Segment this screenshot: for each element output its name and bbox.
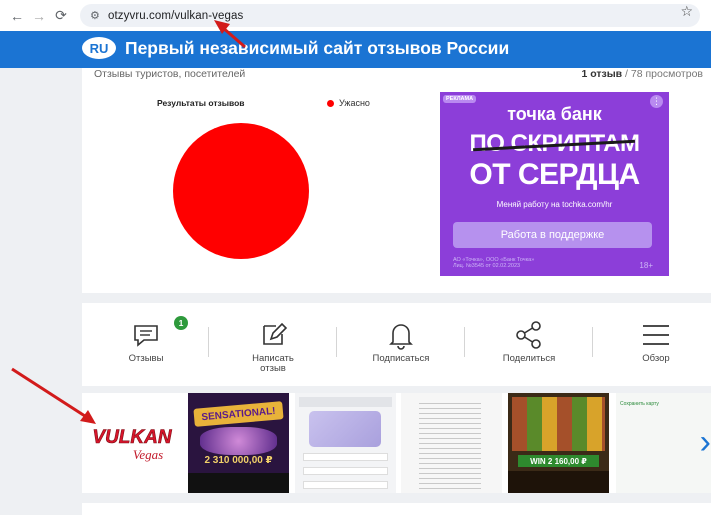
form-field	[303, 467, 388, 475]
ad-label: РЕКЛАМА	[443, 95, 477, 103]
action-label: Подписаться	[372, 353, 430, 364]
action-subscribe[interactable]: Подписаться	[351, 303, 451, 386]
ad-banner[interactable]: РЕКЛАМА ⋮ точка банк ПО СКРИПТАМ ОТ СЕРД…	[440, 92, 669, 276]
form-field	[303, 481, 388, 489]
gallery-next-icon[interactable]: ›	[700, 423, 711, 462]
share-icon	[514, 319, 544, 351]
action-overview[interactable]: Обзор	[606, 303, 706, 386]
back-icon[interactable]: ←	[6, 5, 28, 27]
ad-brand: точка банк	[507, 104, 602, 124]
chart-title: Результаты отзывов	[157, 98, 245, 108]
gallery-thumb-payment-screen[interactable]	[295, 393, 396, 493]
comment-icon	[132, 319, 160, 351]
ad-note: Меняй работу на tochka.com/hr	[496, 200, 613, 209]
reload-icon[interactable]: ⟳	[50, 5, 72, 27]
action-write-review[interactable]: Написать отзыв	[223, 303, 323, 386]
action-reviews[interactable]: Отзывы 1	[96, 303, 196, 386]
menu-icon	[641, 319, 671, 351]
reviews-count: 1 отзыв / 78 просмотров	[581, 68, 703, 80]
gallery-thumb-save-card[interactable]: Сохранить карту	[616, 393, 711, 493]
chart-legend: Ужасно	[327, 98, 370, 108]
slot-controls	[508, 471, 609, 493]
page-subtitle: Отзывы туристов, посетителей	[94, 68, 246, 80]
form-field	[303, 453, 388, 461]
gallery-thumb-slot-grid[interactable]: WIN 2 160,00 ₽	[508, 393, 609, 493]
screenshot-text	[299, 397, 392, 407]
action-label: Поделиться	[502, 353, 556, 364]
divider	[464, 327, 465, 357]
ad-cta-button[interactable]: Работа в поддержке	[453, 222, 652, 248]
actions-bar: Отзывы 1 Написать отзыв Подписаться Поде…	[82, 303, 711, 386]
win-amount: 2 310 000,00 ₽	[204, 455, 273, 466]
pie-slice	[173, 123, 309, 259]
legend-swatch	[327, 99, 334, 107]
ad-age-rating: 18+	[639, 261, 653, 270]
sensational-banner: SENSATIONAL!	[193, 401, 284, 427]
chat-text-image	[419, 399, 481, 489]
action-share[interactable]: Поделиться	[479, 303, 579, 386]
ad-headline: ОТ СЕРДЦА	[469, 158, 640, 191]
slot-base	[188, 473, 289, 493]
action-label: Отзывы	[128, 353, 164, 364]
annotation-arrow-logo	[11, 367, 89, 420]
next-card	[82, 503, 711, 515]
site-logo[interactable]: RU	[82, 37, 116, 59]
action-label: Написать отзыв	[252, 353, 294, 374]
site-title[interactable]: Первый независимый сайт отзывов России	[125, 38, 509, 59]
address-bar[interactable]: ⚙ otzyvru.com/vulkan-vegas	[80, 4, 700, 27]
coins-image	[200, 427, 277, 455]
url-text: otzyvru.com/vulkan-vegas	[108, 9, 244, 22]
gallery-thumb-chat[interactable]	[401, 393, 502, 493]
bell-icon	[388, 319, 414, 351]
svg-text:VULKAN: VULKAN	[92, 427, 172, 448]
action-label: Обзор	[642, 353, 670, 364]
divider	[208, 327, 209, 357]
slot-grid-image	[512, 397, 605, 451]
forward-icon[interactable]: →	[28, 5, 50, 27]
reviews-badge: 1	[174, 316, 188, 330]
svg-text:Vegas: Vegas	[133, 447, 163, 462]
card-image	[309, 411, 381, 447]
win-banner: WIN 2 160,00 ₽	[518, 455, 599, 467]
ad-legal: АО «Точка», ООО «Банк Точка» Лиц. №3545 о…	[453, 257, 535, 269]
bookmark-star-icon[interactable]: ☆	[680, 3, 693, 20]
divider	[336, 327, 337, 357]
photo-gallery: VULKAN Vegas SENSATIONAL! 2 310 000,00 ₽…	[82, 393, 711, 493]
screenshot-caption: Сохранить карту	[620, 401, 659, 407]
site-info-icon[interactable]: ⚙	[90, 9, 108, 22]
gallery-thumb-logo[interactable]: VULKAN Vegas	[82, 393, 183, 493]
browser-toolbar: ← → ⟳ ⚙ otzyvru.com/vulkan-vegas ☆	[0, 0, 711, 31]
legend-label: Ужасно	[339, 98, 370, 108]
edit-icon	[258, 319, 288, 351]
results-card: Отзывы туристов, посетителей 1 отзыв / 7…	[82, 68, 711, 293]
gallery-thumb-slot-win[interactable]: SENSATIONAL! 2 310 000,00 ₽	[188, 393, 289, 493]
divider	[592, 327, 593, 357]
vulkan-vegas-logo-image: VULKAN Vegas	[92, 427, 173, 462]
